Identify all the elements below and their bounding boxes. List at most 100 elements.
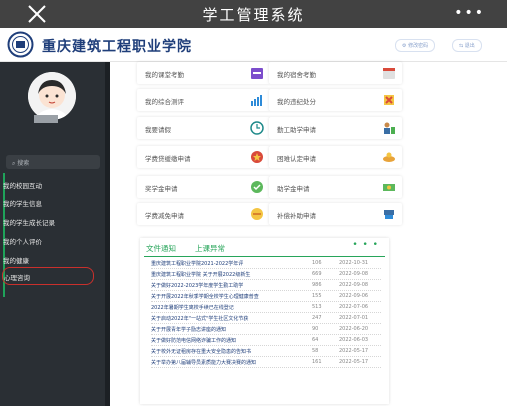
card-tuition-deferral[interactable]: 学费贷缓缴申请 xyxy=(137,146,270,168)
notice-count: 64 xyxy=(312,337,319,343)
logout-button[interactable]: ⇆ 退出 xyxy=(452,39,482,52)
logout-label: 退出 xyxy=(464,43,475,49)
sidebar-item-evaluation[interactable]: 我的个人评价 xyxy=(0,231,105,249)
notice-title: 关于启动2022年"一站式"学生社区文化节获 xyxy=(151,316,249,322)
notice-row[interactable]: 关于做好2022-2023学年度学生勤工助学 986 2022-09-08 xyxy=(151,281,381,291)
notice-count: 58 xyxy=(312,348,319,354)
hand-icon xyxy=(383,152,395,162)
sidebar-item-psych-consult[interactable]: 心理咨询 xyxy=(2,267,94,285)
notice-date: 2022-06-20 xyxy=(339,326,369,332)
card-dorm-attendance[interactable]: 我的宿舍考勤 xyxy=(269,62,402,84)
clock-icon xyxy=(250,121,264,135)
tab-class-anomaly[interactable]: 上课异常 xyxy=(195,243,225,254)
notice-title: 关于开展2022年秋季学期全校学生心理健康普查 xyxy=(151,294,259,300)
notice-count: 669 xyxy=(312,271,322,277)
notice-count: 513 xyxy=(312,304,322,310)
medal-icon xyxy=(251,181,263,193)
school-logo-icon xyxy=(7,31,34,58)
more-icon[interactable]: • • • xyxy=(352,240,379,250)
notice-title: 2022年暑期学生离校手续已在线登记 xyxy=(151,305,234,311)
notice-panel: 文件通知 上课异常 • • • 重庆建筑工程职业学院2021-2022学年评 1… xyxy=(140,238,389,404)
notice-date: 2022-05-17 xyxy=(339,359,369,365)
card-label: 学费贷缓缴申请 xyxy=(145,155,191,163)
sidebar-item-health[interactable]: 我的健康 xyxy=(0,250,105,268)
change-password-button[interactable]: ⚙ 修改密码 xyxy=(395,39,436,52)
notice-date: 2022-09-06 xyxy=(339,293,369,299)
school-name: 重庆建筑工程职业学院 xyxy=(42,39,192,55)
user-name-redacted xyxy=(34,115,58,123)
card-label: 补偿补助申请 xyxy=(277,212,316,220)
notice-row[interactable]: 关于举办第八届辅导员素质能力大赛决赛的通知 161 2022-05-17 xyxy=(151,358,381,368)
notice-count: 247 xyxy=(312,315,322,321)
card-discipline[interactable]: 我的违纪处分 xyxy=(269,89,402,111)
avatar[interactable] xyxy=(28,72,76,120)
card-class-attendance[interactable]: 我的课堂考勤 xyxy=(137,62,270,84)
card-label: 我的课堂考勤 xyxy=(145,71,184,79)
sidebar-item-campus-interaction[interactable]: 我的校园互动 xyxy=(0,175,105,193)
notice-count: 106 xyxy=(312,260,322,266)
card-leave-request[interactable]: 我要请假 xyxy=(137,117,270,139)
notice-title: 关于做好2022-2023学年度学生勤工助学 xyxy=(151,283,244,289)
site-header: 重庆建筑工程职业学院 ⚙ 修改密码 ⇆ 退出 xyxy=(0,28,507,62)
notice-date: 2022-07-01 xyxy=(339,315,369,321)
bar-chart-icon xyxy=(251,95,262,106)
card-hardship[interactable]: 困难认定申请 xyxy=(269,146,402,168)
notice-row[interactable]: 重庆建筑工程职业学院 关于开展2022级新生 669 2022-09-08 xyxy=(151,270,381,280)
card-label: 我要请假 xyxy=(145,126,171,134)
notice-count: 986 xyxy=(312,282,322,288)
card-scholarship[interactable]: 奖学金申请 xyxy=(137,176,270,198)
notice-row[interactable]: 关于做好防范电信网络诈骗工作的通知 64 2022-06-03 xyxy=(151,336,381,346)
sidebar-item-student-info[interactable]: 我的学生信息 xyxy=(0,193,105,211)
card-label: 困难认定申请 xyxy=(277,155,316,163)
notice-row[interactable]: 关于开展2022年秋季学期全校学生心理健康普查 155 2022-09-06 xyxy=(151,292,381,302)
notice-date: 2022-07-06 xyxy=(339,304,369,310)
minus-icon xyxy=(251,208,263,220)
notice-row[interactable]: 关于启动2022年"一站式"学生社区文化节获 247 2022-07-01 xyxy=(151,314,381,324)
warning-hand-icon xyxy=(384,95,394,105)
calendar-red-icon xyxy=(383,68,395,79)
card-label: 助学金申请 xyxy=(277,185,310,193)
sidebar: ⌕ 搜索 我的校园互动 我的学生信息 我的学生成长记录 我的个人评价 我的健康 … xyxy=(0,62,105,406)
card-label: 奖学金申请 xyxy=(145,185,178,193)
notice-row[interactable]: 关于校外无证租房存在重大安全隐患的告知书 58 2022-05-17 xyxy=(151,347,381,357)
card-work-study[interactable]: 勤工助学申请 xyxy=(269,117,402,139)
card-grant[interactable]: 助学金申请 xyxy=(269,176,402,198)
card-label: 我的综合测评 xyxy=(145,98,184,106)
coins-icon xyxy=(384,210,394,219)
notice-date: 2022-09-08 xyxy=(339,282,369,288)
app-title: 学工管理系统 xyxy=(202,6,305,24)
app-top-bar: 学工管理系统 ••• xyxy=(0,0,507,28)
notice-date: 2022-09-08 xyxy=(339,271,369,277)
notice-date: 2022-05-17 xyxy=(339,348,369,354)
user-avatar-icon xyxy=(28,72,76,120)
notice-title: 重庆建筑工程职业学院2021-2022学年评 xyxy=(151,261,244,267)
card-comprehensive-eval[interactable]: 我的综合测评 xyxy=(137,89,270,111)
card-label: 我的宿舍考勤 xyxy=(277,71,316,79)
money-icon xyxy=(383,184,395,191)
calendar-purple-icon xyxy=(251,68,263,79)
tab-file-notice[interactable]: 文件通知 xyxy=(146,243,176,254)
card-tuition-reduction[interactable]: 学费减免申请 xyxy=(137,203,270,225)
notice-row[interactable]: 重庆建筑工程职业学院2021-2022学年评 106 2022-10-31 xyxy=(151,259,381,269)
notice-title: 关于开展青年学子励志讲座的通知 xyxy=(151,327,227,333)
notice-date: 2022-06-03 xyxy=(339,337,369,343)
sidebar-item-growth-record[interactable]: 我的学生成长记录 xyxy=(0,212,105,230)
notice-title: 关于校外无证租房存在重大安全隐患的告知书 xyxy=(151,349,252,355)
search-placeholder: 搜索 xyxy=(17,160,30,167)
card-label: 我的违纪处分 xyxy=(277,98,316,106)
notice-row[interactable]: 2022年暑期学生离校手续已在线登记 513 2022-07-06 xyxy=(151,303,381,313)
change-password-label: 修改密码 xyxy=(408,43,429,49)
card-label: 勤工助学申请 xyxy=(277,126,316,134)
notice-title: 关于举办第八届辅导员素质能力大赛决赛的通知 xyxy=(151,360,257,366)
notice-count: 90 xyxy=(312,326,319,332)
tab-underline xyxy=(144,256,385,257)
more-options-icon[interactable]: ••• xyxy=(454,5,485,21)
worker-icon xyxy=(384,122,395,134)
card-subsidy[interactable]: 补偿补助申请 xyxy=(269,203,402,225)
notice-row[interactable]: 关于开展青年学子励志讲座的通知 90 2022-06-20 xyxy=(151,325,381,335)
notice-count: 161 xyxy=(312,359,322,365)
sidebar-search-input[interactable]: ⌕ 搜索 xyxy=(6,155,100,169)
notice-count: 155 xyxy=(312,293,322,299)
notice-title: 重庆建筑工程职业学院 关于开展2022级新生 xyxy=(151,272,251,278)
notice-title: 关于做好防范电信网络诈骗工作的通知 xyxy=(151,338,237,344)
